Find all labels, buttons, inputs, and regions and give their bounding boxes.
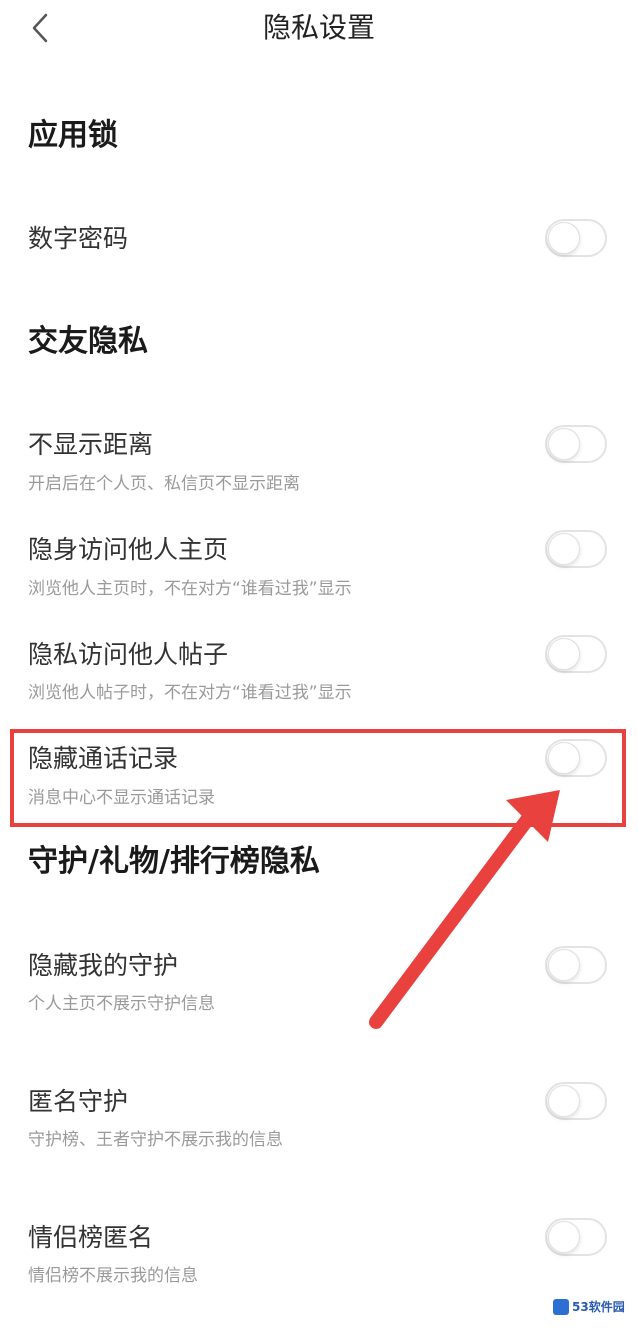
logo-icon	[553, 1298, 569, 1315]
section-social-privacy: 交友隐私	[28, 324, 148, 359]
row-subtitle-hide-distance: 开启后在个人页、私信页不显示距离	[28, 474, 300, 494]
toggle-digit-password[interactable]	[545, 219, 607, 257]
toggle-knob	[548, 949, 580, 981]
row-title-invisible-visit-profile: 隐身访问他人主页	[28, 535, 229, 564]
row-title-hide-my-guard: 隐藏我的守护	[28, 951, 179, 980]
toggle-knob	[548, 1085, 580, 1117]
watermark-text: 53软件园	[572, 1300, 625, 1314]
row-title-couple-rank-anonymous: 情侣榜匿名	[28, 1223, 154, 1252]
page-title: 隐私设置	[262, 11, 375, 44]
section-guard-privacy: 守护/礼物/排行榜隐私	[28, 844, 320, 879]
toggle-knob	[548, 742, 580, 774]
watermark: 53软件园	[553, 1298, 625, 1315]
nav-bar: 隐私设置	[0, 0, 638, 56]
row-subtitle-couple-rank-anonymous: 情侣榜不展示我的信息	[28, 1266, 198, 1286]
toggle-knob	[548, 1221, 580, 1253]
row-subtitle-hide-my-guard: 个人主页不展示守护信息	[28, 994, 215, 1014]
row-title-private-visit-posts: 隐私访问他人帖子	[28, 640, 229, 669]
row-subtitle-hide-call-log: 消息中心不显示通话记录	[28, 788, 215, 808]
row-subtitle-invisible-visit-profile: 浏览他人主页时，不在对方“谁看过我”显示	[28, 579, 352, 599]
row-title-anonymous-guard: 匿名守护	[28, 1087, 129, 1116]
toggle-private-visit-posts[interactable]	[545, 635, 607, 673]
row-subtitle-anonymous-guard: 守护榜、王者守护不展示我的信息	[28, 1130, 283, 1150]
toggle-knob	[548, 638, 580, 670]
row-title-hide-distance: 不显示距离	[28, 430, 154, 459]
toggle-knob	[548, 533, 580, 565]
toggle-knob	[548, 428, 580, 460]
toggle-knob	[548, 222, 580, 254]
row-subtitle-private-visit-posts: 浏览他人帖子时，不在对方“谁看过我”显示	[28, 683, 352, 703]
toggle-hide-call-log[interactable]	[545, 739, 607, 777]
row-title-hide-call-log: 隐藏通话记录	[28, 744, 179, 773]
section-app-lock: 应用锁	[28, 118, 118, 153]
toggle-anonymous-guard[interactable]	[545, 1082, 607, 1120]
toggle-couple-rank-anonymous[interactable]	[545, 1218, 607, 1256]
toggle-hide-my-guard[interactable]	[545, 946, 607, 984]
row-title-digit-password: 数字密码	[28, 224, 129, 253]
toggle-hide-distance[interactable]	[545, 425, 607, 463]
toggle-invisible-visit-profile[interactable]	[545, 530, 607, 568]
